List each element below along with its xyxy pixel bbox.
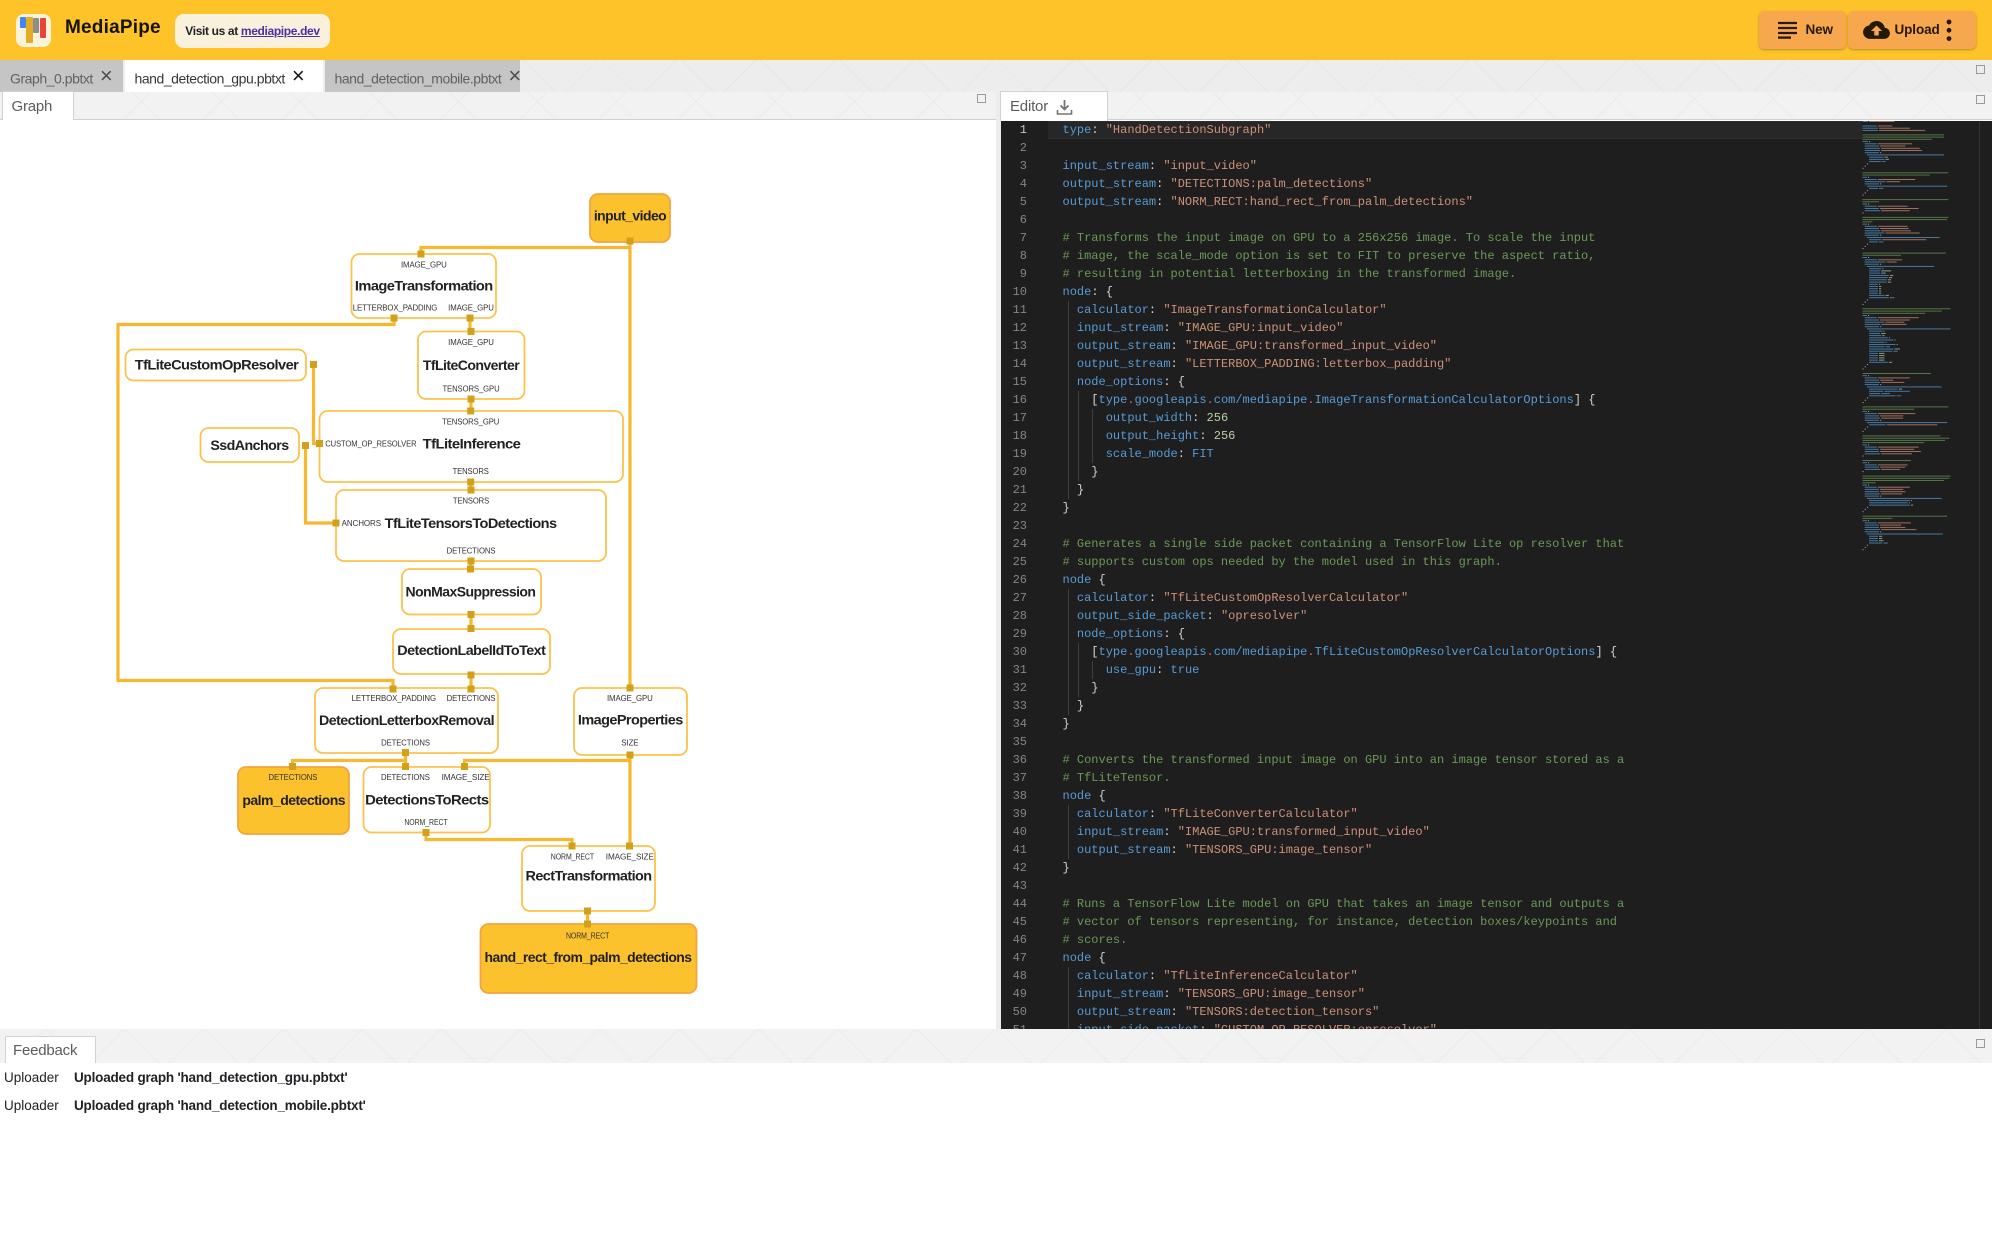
svg-text:input_video: input_video bbox=[594, 208, 666, 224]
svg-text:DETECTIONS: DETECTIONS bbox=[447, 694, 496, 703]
svg-text:IMAGE_GPU: IMAGE_GPU bbox=[448, 338, 494, 347]
svg-text:DETECTIONS: DETECTIONS bbox=[447, 546, 496, 555]
svg-text:ANCHORS: ANCHORS bbox=[342, 519, 381, 528]
svg-text:CUSTOM_OP_RESOLVER: CUSTOM_OP_RESOLVER bbox=[325, 439, 417, 448]
svg-text:ImageTransformation: ImageTransformation bbox=[355, 278, 493, 294]
svg-text:RectTransformation: RectTransformation bbox=[526, 867, 652, 883]
svg-text:TfLiteInference: TfLiteInference bbox=[423, 435, 521, 451]
svg-text:IMAGE_GPU: IMAGE_GPU bbox=[607, 694, 653, 703]
svg-text:IMAGE_GPU: IMAGE_GPU bbox=[448, 303, 494, 312]
svg-text:TfLiteCustomOpResolver: TfLiteCustomOpResolver bbox=[135, 356, 300, 372]
svg-text:DetectionsToRects: DetectionsToRects bbox=[365, 791, 489, 807]
svg-text:ImageProperties: ImageProperties bbox=[578, 711, 684, 727]
svg-text:DETECTIONS: DETECTIONS bbox=[381, 738, 430, 747]
svg-text:palm_detections: palm_detections bbox=[242, 792, 345, 808]
svg-text:DETECTIONS: DETECTIONS bbox=[269, 773, 318, 782]
svg-text:TENSORS: TENSORS bbox=[453, 467, 489, 476]
svg-text:IMAGE_SIZE: IMAGE_SIZE bbox=[606, 852, 654, 861]
svg-text:TfLiteConverter: TfLiteConverter bbox=[423, 357, 520, 373]
svg-text:IMAGE_GPU: IMAGE_GPU bbox=[401, 260, 447, 269]
svg-text:IMAGE_SIZE: IMAGE_SIZE bbox=[442, 773, 490, 782]
svg-text:TENSORS_GPU: TENSORS_GPU bbox=[442, 417, 499, 426]
svg-text:TENSORS: TENSORS bbox=[453, 496, 489, 505]
svg-text:NORM_RECT: NORM_RECT bbox=[551, 852, 594, 861]
svg-text:DETECTIONS: DETECTIONS bbox=[381, 773, 430, 782]
svg-text:NORM_RECT: NORM_RECT bbox=[566, 931, 609, 940]
svg-text:LETTERBOX_PADDING: LETTERBOX_PADDING bbox=[353, 303, 437, 312]
svg-text:SIZE: SIZE bbox=[621, 738, 638, 747]
svg-text:TfLiteTensorsToDetections: TfLiteTensorsToDetections bbox=[385, 515, 558, 531]
svg-text:TENSORS_GPU: TENSORS_GPU bbox=[442, 384, 499, 393]
svg-text:NORM_RECT: NORM_RECT bbox=[404, 818, 447, 827]
svg-text:hand_rect_from_palm_detections: hand_rect_from_palm_detections bbox=[485, 949, 693, 965]
svg-text:DetectionLetterboxRemoval: DetectionLetterboxRemoval bbox=[319, 712, 494, 728]
svg-text:LETTERBOX_PADDING: LETTERBOX_PADDING bbox=[352, 694, 436, 703]
svg-text:DetectionLabelIdToText: DetectionLabelIdToText bbox=[397, 642, 546, 658]
svg-text:SsdAnchors: SsdAnchors bbox=[210, 437, 289, 453]
svg-text:NonMaxSuppression: NonMaxSuppression bbox=[406, 583, 536, 599]
